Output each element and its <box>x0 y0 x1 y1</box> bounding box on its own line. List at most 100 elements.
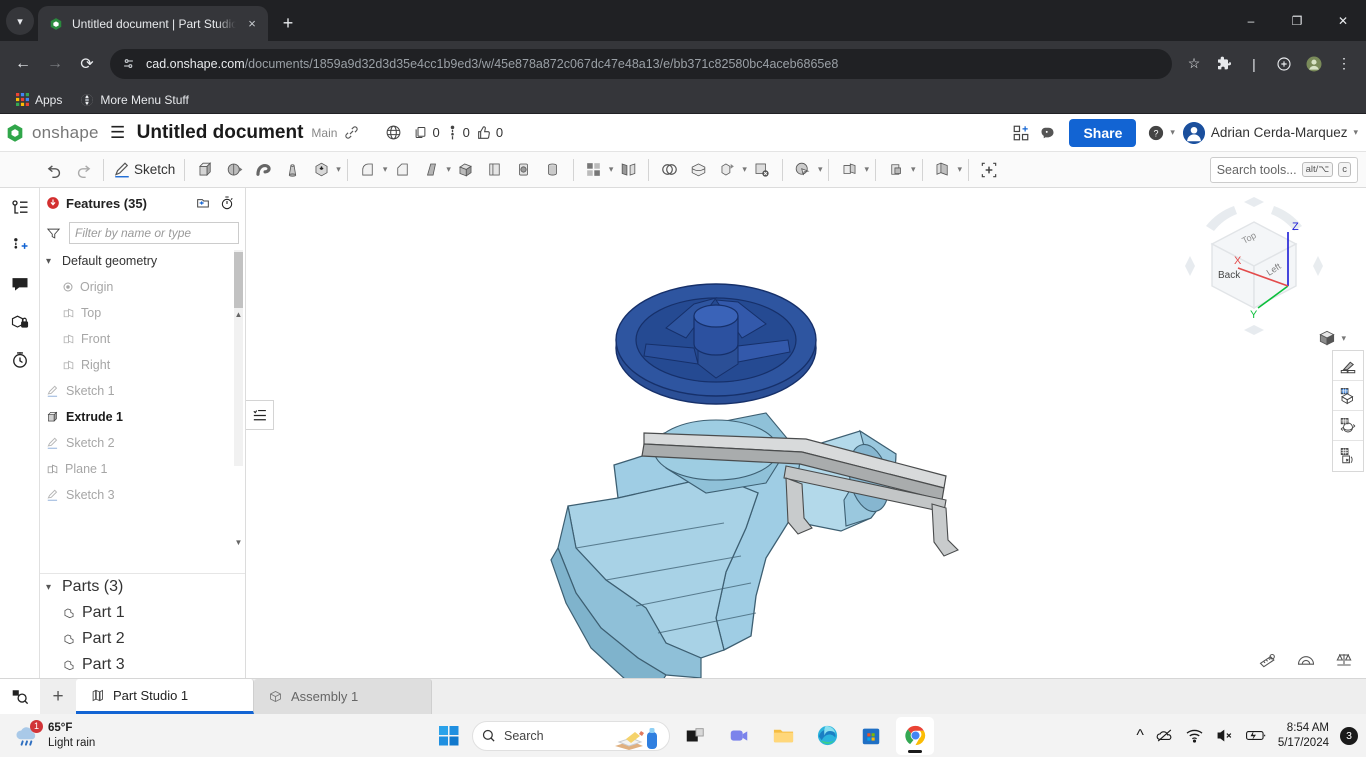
comments-icon[interactable] <box>8 272 32 296</box>
graphics-viewport[interactable]: Top Back Left Z Y X ▾ <box>246 188 1366 678</box>
passwords-icon[interactable] <box>1270 50 1298 78</box>
revolve-icon[interactable] <box>220 155 248 185</box>
chevron-down-icon[interactable]: ▾ <box>958 164 963 175</box>
edge-icon[interactable] <box>808 717 846 755</box>
site-settings-icon[interactable] <box>118 54 138 74</box>
sketch-button[interactable]: Sketch <box>110 155 178 185</box>
extrude-icon[interactable] <box>191 155 219 185</box>
microsoft-store-icon[interactable] <box>852 717 890 755</box>
measure-angle-icon[interactable] <box>1296 650 1316 670</box>
chevron-down-icon[interactable]: ▾ <box>383 164 388 175</box>
tree-item-origin[interactable]: Origin <box>40 274 245 300</box>
rollback-icon[interactable] <box>46 196 60 210</box>
chrome-menu-icon[interactable]: ⋮ <box>1330 50 1358 78</box>
tab-search-icon[interactable] <box>0 679 40 714</box>
versions-counter[interactable]: 0 <box>446 125 470 141</box>
chevron-down-icon[interactable]: ▾ <box>609 164 614 175</box>
help-chevron-down-icon[interactable]: ▾ <box>1170 127 1175 138</box>
likes-counter[interactable]: 0 <box>476 125 503 141</box>
tree-item-top[interactable]: Top <box>40 300 245 326</box>
insert-icon[interactable] <box>975 155 1003 185</box>
tree-item-sketch-3[interactable]: Sketch 3 <box>40 482 245 508</box>
rotate-grid-icon[interactable] <box>1333 411 1363 441</box>
sheet-metal-icon[interactable] <box>929 155 957 185</box>
windows-start-icon[interactable] <box>432 719 466 753</box>
hole-icon[interactable] <box>481 155 509 185</box>
add-app-icon[interactable] <box>1007 119 1035 147</box>
tab-assembly-1[interactable]: Assembly 1 <box>254 679 432 714</box>
pattern-icon[interactable] <box>580 155 608 185</box>
notification-badge[interactable]: 3 <box>1340 726 1358 745</box>
transform-icon[interactable] <box>713 155 741 185</box>
teams-icon[interactable] <box>720 717 758 755</box>
shell-icon[interactable] <box>452 155 480 185</box>
measure-ruler-icon[interactable] <box>1258 650 1278 670</box>
scroll-down-icon[interactable]: ▼ <box>234 538 243 548</box>
thicken-icon[interactable] <box>307 155 335 185</box>
tree-item-sketch-2[interactable]: Sketch 2 <box>40 430 245 456</box>
address-bar[interactable]: cad.onshape.com/documents/1859a9d32d3d35… <box>110 48 1172 79</box>
tab-part-studio-1[interactable]: Part Studio 1 <box>76 679 254 714</box>
parts-group-header[interactable]: ▾ Parts (3) <box>40 574 245 600</box>
minimize-button[interactable]: – <box>1228 0 1274 41</box>
loft-icon[interactable] <box>278 155 306 185</box>
sweep-icon[interactable] <box>249 155 277 185</box>
page-title[interactable]: Untitled document <box>137 122 304 144</box>
battery-charging-icon[interactable] <box>1245 726 1267 745</box>
undo-icon[interactable] <box>40 155 68 185</box>
feature-tree-scroll-thumb[interactable] <box>234 252 243 308</box>
wifi-icon[interactable] <box>1185 726 1204 745</box>
star-icon[interactable]: ☆ <box>1180 50 1208 78</box>
parts-item-part-1[interactable]: Part 1 <box>40 600 245 626</box>
chamfer-icon[interactable] <box>388 155 416 185</box>
show-hidden-icons[interactable]: ^ <box>1136 727 1144 745</box>
view-style-cube-icon[interactable] <box>1317 328 1337 348</box>
add-folder-icon[interactable] <box>195 195 211 211</box>
features-filter-input[interactable]: Filter by name or type <box>69 222 239 244</box>
reload-icon[interactable]: ⟳ <box>72 49 102 79</box>
display-grid-icon[interactable] <box>1333 381 1363 411</box>
history-icon[interactable] <box>8 348 32 372</box>
new-tab-button[interactable]: + <box>274 9 302 37</box>
draft-icon[interactable] <box>417 155 445 185</box>
insert-version-icon[interactable] <box>8 234 32 258</box>
chevron-down-icon[interactable]: ▾ <box>911 164 916 175</box>
cylinder-icon[interactable] <box>539 155 567 185</box>
tab-search-button[interactable]: ▾ <box>6 7 34 35</box>
view-style-selector[interactable]: ▾ <box>1317 328 1346 348</box>
mirror-icon[interactable] <box>614 155 642 185</box>
task-view-icon[interactable] <box>676 717 714 755</box>
help-icon[interactable]: ? <box>1142 119 1170 147</box>
thread-icon[interactable] <box>510 155 538 185</box>
chrome-icon[interactable] <box>896 716 934 755</box>
parts-item-part-2[interactable]: Part 2 <box>40 626 245 652</box>
file-explorer-icon[interactable] <box>764 717 802 755</box>
tree-item-right[interactable]: Right <box>40 352 245 378</box>
globe-icon[interactable] <box>379 119 407 147</box>
branch-label[interactable]: Main <box>311 126 337 140</box>
user-menu[interactable]: Adrian Cerda-Marquez ▾ <box>1182 121 1358 144</box>
search-tools-box[interactable]: Search tools... alt/⌥ c <box>1209 156 1358 183</box>
split-icon[interactable] <box>684 155 712 185</box>
hamburger-icon[interactable]: ☰ <box>105 120 131 146</box>
boolean-icon[interactable] <box>655 155 683 185</box>
chevron-down-icon[interactable]: ▾ <box>818 164 823 175</box>
tree-item-extrude-1[interactable]: Extrude 1 <box>40 404 245 430</box>
parts-item-part-3[interactable]: Part 3 <box>40 652 245 678</box>
feature-tree[interactable]: ▲ ▼ ▾ Default geometry Origin Top Front … <box>40 248 245 573</box>
derive-icon[interactable] <box>882 155 910 185</box>
chevron-down-icon[interactable]: ▾ <box>336 164 341 175</box>
browser-tab[interactable]: Untitled document | Part Studio × <box>38 6 268 41</box>
weather-widget[interactable]: 1 65°F Light rain <box>0 719 95 750</box>
chevron-down-icon[interactable]: ▾ <box>46 256 56 267</box>
onshape-logo[interactable]: onshape <box>4 122 99 144</box>
tree-item-front[interactable]: Front <box>40 326 245 352</box>
close-icon[interactable]: × <box>244 16 260 32</box>
feature-list-icon[interactable] <box>8 196 32 220</box>
scroll-up-icon[interactable]: ▲ <box>234 310 243 320</box>
window-close-button[interactable]: ✕ <box>1320 0 1366 41</box>
chevron-down-icon[interactable]: ▾ <box>742 164 747 175</box>
bookmark-apps[interactable]: Apps <box>10 90 68 110</box>
fillet-icon[interactable] <box>354 155 382 185</box>
back-icon[interactable]: ← <box>8 49 38 79</box>
